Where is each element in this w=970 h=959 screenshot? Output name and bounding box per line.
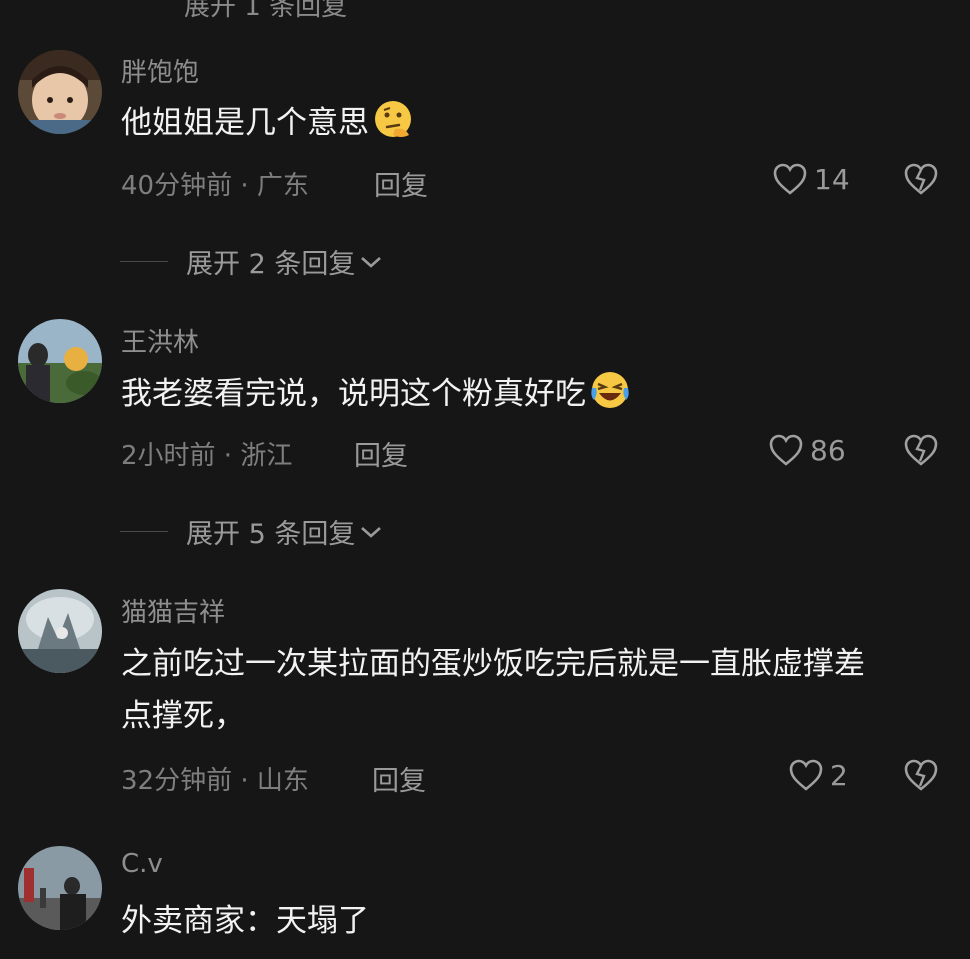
expand-replies-button[interactable]: 展开 2 条回复	[120, 242, 383, 281]
username[interactable]: 王洪林	[121, 322, 199, 359]
comment-section: 展开 1 条回复 胖饱饱 他姐姐是几个意思 40分钟前 · 广东 回复 14 展…	[0, 0, 970, 959]
heart-icon	[773, 163, 807, 195]
reply-button[interactable]: 回复	[372, 759, 426, 798]
comment-text: 外卖商家：天塌了	[121, 903, 369, 939]
like-count: 2	[830, 758, 848, 792]
avatar[interactable]	[18, 589, 102, 673]
username[interactable]: 胖饱饱	[121, 52, 199, 89]
comment-text-line: 点撑死，	[121, 698, 245, 734]
heart-icon	[769, 434, 803, 466]
divider	[120, 531, 168, 532]
avatar[interactable]	[18, 319, 102, 403]
dislike-button[interactable]	[902, 162, 940, 200]
comment-text: 他姐姐是几个意思	[121, 97, 951, 149]
like-count: 86	[810, 433, 846, 467]
laughing-tears-icon	[588, 368, 632, 412]
username[interactable]: 猫猫吉祥	[121, 592, 225, 629]
like-button[interactable]: 14	[772, 162, 850, 196]
divider	[120, 261, 168, 262]
reply-button[interactable]: 回复	[354, 434, 408, 473]
avatar[interactable]	[18, 50, 102, 134]
chevron-down-icon	[361, 256, 382, 268]
expand-replies-partial[interactable]: 展开 1 条回复	[184, 0, 347, 23]
comment-meta: 40分钟前 · 广东	[121, 171, 309, 201]
broken-heart-icon	[904, 163, 938, 195]
expand-replies-button[interactable]: 展开 5 条回复	[120, 512, 383, 551]
avatar[interactable]	[18, 846, 102, 930]
comment-meta: 2小时前 · 浙江	[121, 441, 293, 471]
like-button[interactable]: 2	[788, 758, 848, 792]
expand-replies-label: 展开 2 条回复	[186, 249, 356, 280]
comment-text-line: 之前吃过一次某拉面的蛋炒饭吃完后就是一直胀虚撑差	[121, 646, 865, 682]
heart-icon	[789, 759, 823, 791]
comment-text: 之前吃过一次某拉面的蛋炒饭吃完后就是一直胀虚撑差 点撑死，	[121, 638, 951, 742]
like-count: 14	[814, 162, 850, 196]
thinking-face-icon	[371, 97, 415, 141]
like-button[interactable]: 86	[768, 433, 846, 467]
broken-heart-icon	[904, 759, 938, 791]
expand-replies-label: 展开 5 条回复	[186, 519, 356, 550]
dislike-button[interactable]	[902, 758, 940, 796]
chevron-down-icon	[361, 526, 382, 538]
reply-button[interactable]: 回复	[374, 164, 428, 203]
dislike-button[interactable]	[902, 433, 940, 471]
comment-meta: 32分钟前 · 山东	[121, 766, 309, 796]
username[interactable]: C.v	[121, 849, 163, 879]
broken-heart-icon	[904, 434, 938, 466]
comment-text: 我老婆看完说，说明这个粉真好吃	[121, 368, 951, 420]
